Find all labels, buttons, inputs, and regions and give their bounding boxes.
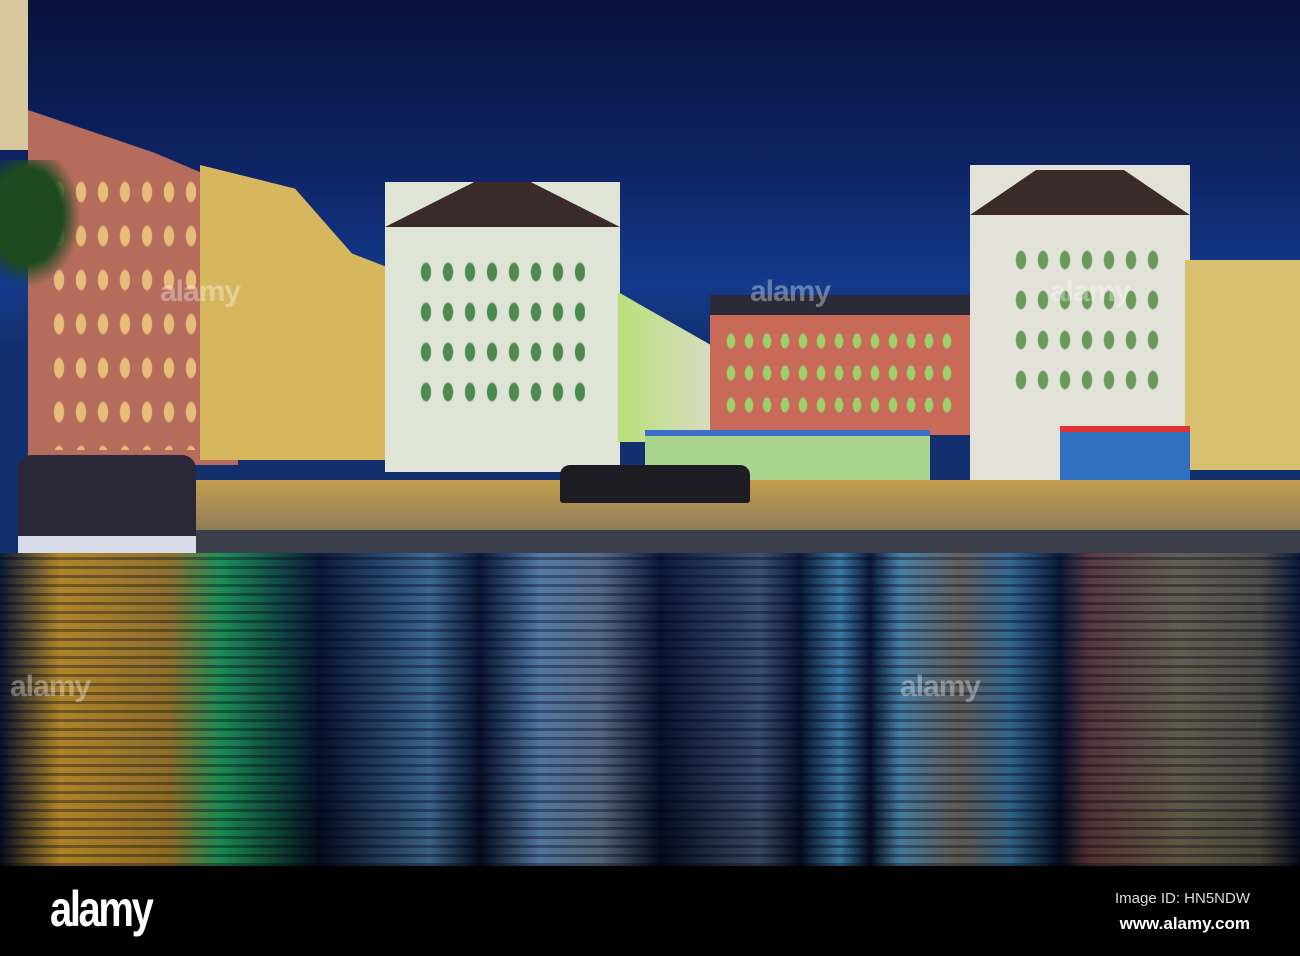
white-building-center	[385, 182, 620, 472]
parked-cars	[560, 465, 750, 503]
long-green-lit-building	[618, 292, 710, 442]
watermark: alamy	[10, 670, 91, 703]
alamy-logo: alamy	[50, 881, 154, 937]
yellow-building-right	[1185, 260, 1300, 470]
footer-bar: alamy Image ID: HN5NDW www.alamy.com	[0, 866, 1300, 956]
watermark: alamy	[1050, 275, 1131, 308]
site-url: www.alamy.com	[1119, 914, 1250, 933]
watermark: alamy	[750, 275, 831, 308]
bell-tower	[0, 0, 28, 150]
image-id: Image ID: HN5NDW	[1114, 890, 1250, 907]
palm-tree	[0, 160, 90, 300]
yellow-buildings	[200, 165, 390, 460]
watermark: alamy	[900, 670, 981, 703]
harbor-water	[0, 553, 1300, 866]
watermark: alamy	[160, 275, 241, 308]
night-harbor-photo: alamy alamy alamy alamy alamy	[0, 0, 1300, 866]
quay-wall	[185, 530, 1300, 555]
red-building	[710, 295, 970, 435]
